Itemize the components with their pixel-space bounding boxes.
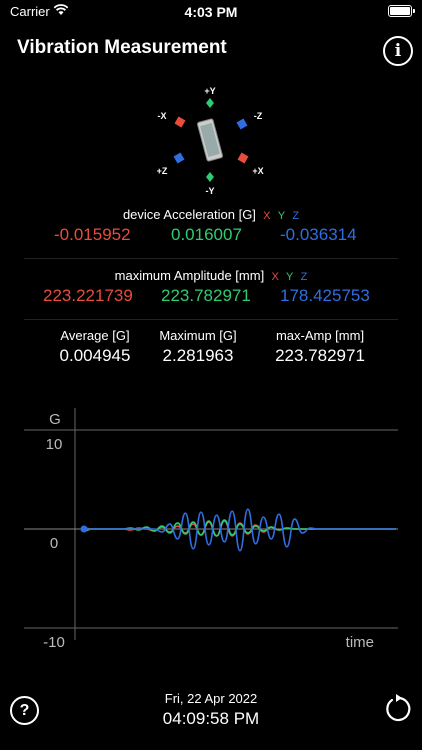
acceleration-z-value: -0.036314 xyxy=(280,225,357,244)
amplitude-y-value: 223.782971 xyxy=(161,286,251,305)
label-plus-y: +Y xyxy=(204,86,215,96)
start-point-marker xyxy=(80,525,88,533)
acceleration-label: device Acceleration [G] xyxy=(122,207,256,222)
stat-maximum: Maximum [G] 2.281963 xyxy=(143,328,253,366)
stat-maximum-value: 2.281963 xyxy=(162,346,234,365)
divider xyxy=(24,319,398,320)
amplitude-z-value: 178.425753 xyxy=(280,286,370,305)
label-plus-x: +X xyxy=(252,166,263,176)
y-tick-label: -10 xyxy=(43,634,65,651)
axis-z-label: Z xyxy=(300,271,308,283)
stat-average-value: 0.004945 xyxy=(59,346,131,365)
acceleration-y-value: 0.016007 xyxy=(171,225,242,244)
series-group xyxy=(80,508,396,552)
divider xyxy=(24,258,398,259)
page-title: Vibration Measurement xyxy=(17,37,227,58)
plus-y-marker xyxy=(206,98,214,108)
stat-average-label: Average [G] xyxy=(60,328,130,343)
label-minus-y: -Y xyxy=(206,186,215,196)
x-axis-label: time xyxy=(346,634,374,651)
info-button[interactable]: i xyxy=(383,36,413,66)
minus-x-marker xyxy=(174,116,186,128)
stat-max-amp: max-Amp [mm] 223.782971 xyxy=(262,328,378,366)
axis-z-label: Z xyxy=(292,210,300,222)
minus-z-marker xyxy=(236,118,248,130)
amplitude-x-value: 223.221739 xyxy=(43,286,133,305)
stat-max-amp-value: 223.782971 xyxy=(275,346,365,365)
orientation-diagram: +Y -Y -X +X -Z +Z xyxy=(157,86,264,196)
axis-y-label: Y xyxy=(286,271,294,283)
plus-z-marker xyxy=(173,152,185,164)
stat-average: Average [G] 0.004945 xyxy=(40,328,150,366)
status-time: 4:03 PM xyxy=(184,4,238,20)
label-minus-x: -X xyxy=(158,111,167,121)
status-bar: Carrier 4:03 PM xyxy=(0,0,422,24)
y-tick-label: 10 xyxy=(46,436,63,453)
info-icon: i xyxy=(394,41,402,61)
amplitude-label-row: maximum Amplitude [mm] X Y Z xyxy=(0,268,422,283)
acceleration-label-row: device Acceleration [G] X Y Z xyxy=(0,207,422,222)
vibration-chart: G 10 0 -10 time xyxy=(24,408,398,651)
reset-button[interactable] xyxy=(383,694,413,724)
footer-time: 04:09:58 PM xyxy=(162,709,260,728)
y-tick-label: 0 xyxy=(50,535,58,552)
axis-y-label: Y xyxy=(277,210,286,222)
stat-maximum-label: Maximum [G] xyxy=(159,328,237,343)
acceleration-x-value: -0.015952 xyxy=(54,225,131,244)
footer-date: Fri, 22 Apr 2022 xyxy=(164,691,258,706)
battery-icon xyxy=(388,5,415,17)
plus-x-marker xyxy=(237,152,249,164)
label-minus-z: -Z xyxy=(254,111,263,121)
stat-max-amp-label: max-Amp [mm] xyxy=(275,328,365,343)
axis-x-label: X xyxy=(263,210,271,222)
reset-icon xyxy=(386,694,411,722)
amplitude-label: maximum Amplitude [mm] xyxy=(114,268,265,283)
minus-y-marker xyxy=(206,172,214,182)
label-plus-z: +Z xyxy=(157,166,168,176)
y-axis-label: G xyxy=(49,411,61,428)
axis-x-label: X xyxy=(271,271,279,283)
